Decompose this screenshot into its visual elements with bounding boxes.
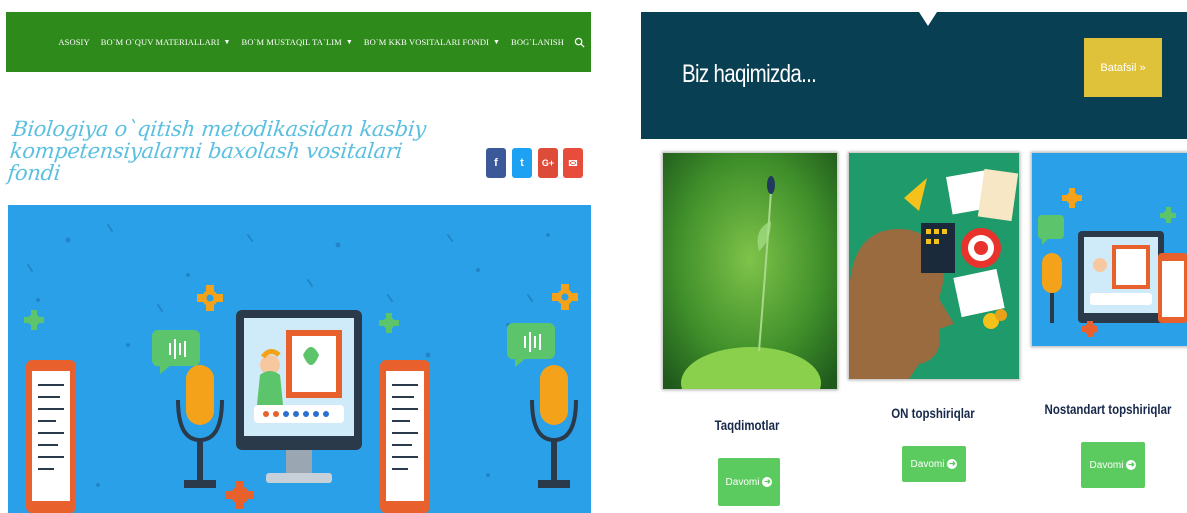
hero-banner-illustration: [8, 205, 591, 513]
arrow-right-circle-icon: ➜: [1126, 460, 1137, 470]
mail-icon: ✉: [568, 157, 578, 170]
nav-item-oquv-materiallari[interactable]: BO`M O`QUV MATERIALLARI ▼: [101, 37, 231, 47]
facebook-icon: f: [494, 157, 498, 169]
card-title-taqdimotlar[interactable]: Taqdimotlar: [686, 417, 809, 433]
card-title-on-topshiriqlar[interactable]: ON topshiriqlar: [872, 405, 995, 421]
davomi-button-on-topshiriqlar[interactable]: Davomi ➜: [902, 446, 966, 482]
batafsil-button[interactable]: Batafsil »: [1084, 38, 1162, 97]
nav-item-kkb-vositalari-fondi[interactable]: BO`M KKB VOSITALARI FONDI ▼: [364, 37, 500, 47]
nav-item-asosiy[interactable]: ASOSIY: [58, 37, 89, 47]
chevron-down-icon: ▼: [345, 38, 353, 46]
main-navbar: ASOSIY BO`M O`QUV MATERIALLARI ▼ BO`M MUS…: [6, 12, 591, 72]
twitter-share-button[interactable]: t: [512, 148, 532, 178]
card-title-nostandart-topshiriqlar[interactable]: Nostandart topshiriqlar: [1043, 401, 1173, 417]
google-plus-icon: G+: [541, 158, 555, 168]
about-title: Biz haqimizda...: [682, 60, 817, 88]
facebook-share-button[interactable]: f: [486, 148, 506, 178]
twitter-icon: t: [520, 157, 524, 169]
mail-share-button[interactable]: ✉: [563, 148, 583, 178]
davomi-button-nostandart-topshiriqlar[interactable]: Davomi ➜: [1081, 442, 1145, 488]
chevron-down-icon: ▼: [223, 38, 231, 46]
caret-down-icon: [919, 12, 937, 26]
site-title-line-2: kompetensiyalarni baxolash vositalari fo…: [6, 139, 404, 185]
nav-item-mustaqil-talim[interactable]: BO`M MUSTAQIL TA`LIM ▼: [242, 37, 353, 47]
davomi-button-taqdimotlar[interactable]: Davomi ➜: [718, 458, 780, 506]
card-image-on-topshiriqlar[interactable]: [848, 152, 1020, 380]
google-plus-share-button[interactable]: G+: [538, 148, 558, 178]
arrow-right-circle-icon: ➜: [947, 459, 958, 469]
card-image-taqdimotlar[interactable]: [662, 152, 838, 390]
card-image-nostandart-topshiriqlar[interactable]: [1031, 152, 1187, 347]
site-title[interactable]: Biologiya o`qitish metodikasidan kasbiy …: [6, 117, 454, 185]
search-icon[interactable]: [574, 37, 585, 48]
site-title-line-1: Biologiya o`qitish metodikasidan kasbiy: [11, 117, 428, 141]
nav-item-boglanish[interactable]: BOG`LANISH: [511, 37, 564, 47]
chevron-down-icon: ▼: [493, 38, 501, 46]
arrow-right-circle-icon: ➜: [762, 477, 773, 487]
